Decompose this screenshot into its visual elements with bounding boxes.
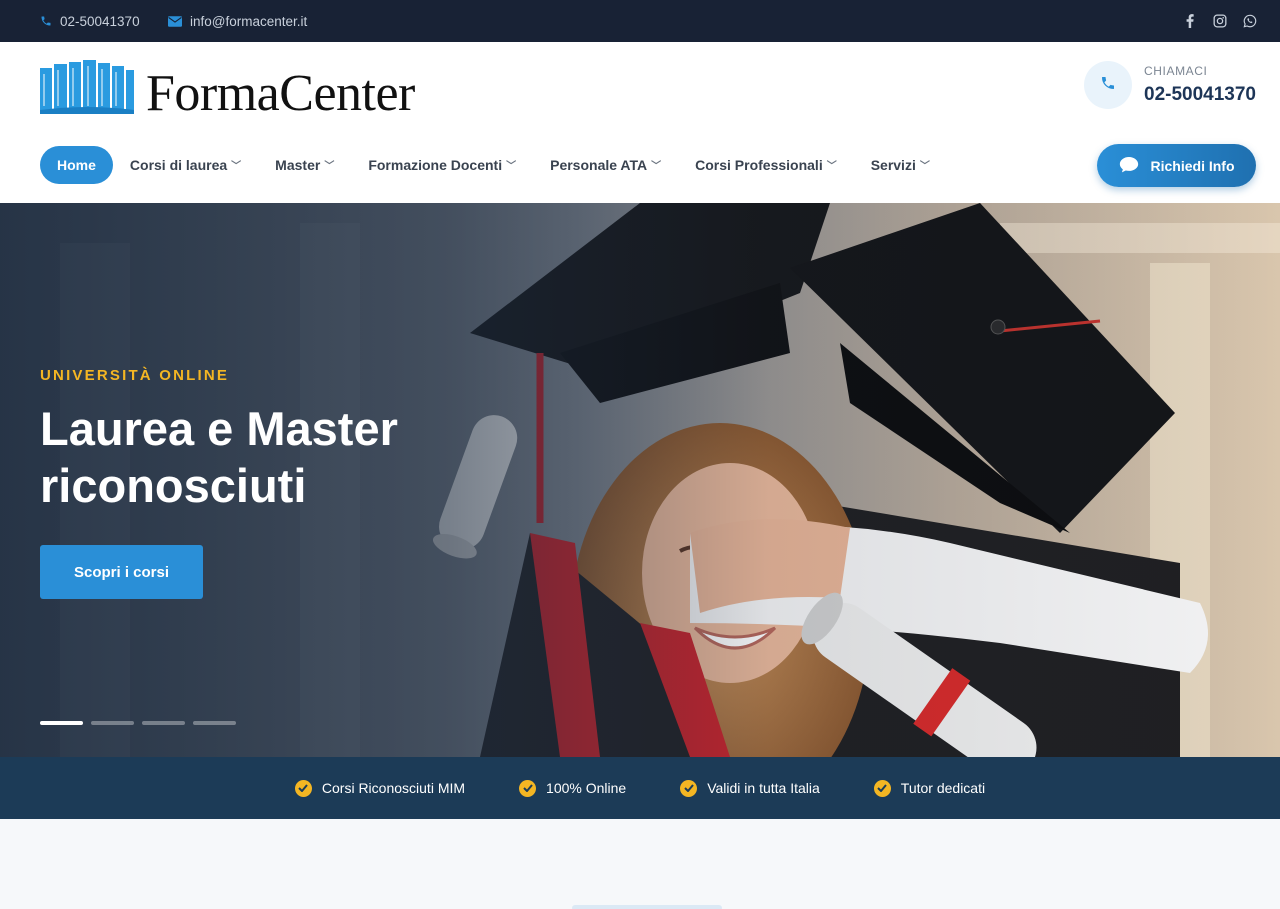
feature-item: Validi in tutta Italia — [680, 779, 820, 797]
whatsapp-icon[interactable] — [1242, 13, 1258, 29]
section-badge — [572, 905, 722, 909]
feature-label: Tutor dedicati — [900, 780, 986, 796]
chevron-down-icon: ﹀ — [324, 160, 335, 172]
slider-dot-1[interactable] — [40, 721, 83, 725]
chat-bubble-icon — [1119, 156, 1139, 176]
next-section — [0, 819, 1280, 909]
feature-label: Corsi Riconosciuti MIM — [321, 780, 466, 796]
hero-content: UNIVERSITÀ ONLINE Laurea e Master ricono… — [40, 367, 560, 599]
books-logo-icon — [40, 60, 134, 114]
hero-eyebrow: UNIVERSITÀ ONLINE — [40, 367, 230, 384]
site-header: FormaCenter CHIAMACI 02-50041370 Home Co… — [0, 42, 1280, 203]
nav-item-home[interactable]: Home — [40, 146, 113, 184]
discover-courses-button[interactable]: Scopri i corsi — [40, 545, 203, 599]
chevron-down-icon: ﹀ — [919, 160, 930, 172]
topbar-email[interactable]: info@formacenter.it — [168, 0, 307, 42]
chevron-down-icon: ﹀ — [506, 160, 517, 172]
nav-label: Home — [57, 157, 96, 173]
chevron-down-icon: ﹀ — [826, 160, 837, 172]
check-circle-icon — [873, 779, 891, 797]
nav-item-corsi-professionali[interactable]: Corsi Professionali ﹀ — [695, 157, 837, 173]
nav-label: Personale ATA — [550, 157, 648, 173]
nav-item-formazione-docenti[interactable]: Formazione Docenti ﹀ — [368, 157, 516, 173]
feature-item: 100% Online — [519, 779, 627, 797]
slider-dot-4[interactable] — [193, 721, 236, 725]
nav-item-master[interactable]: Master ﹀ — [275, 157, 334, 173]
feature-label: 100% Online — [546, 780, 627, 796]
nav-label: Corsi Professionali — [695, 157, 823, 173]
check-circle-icon — [519, 779, 537, 797]
topbar-email-text: info@formacenter.it — [190, 13, 308, 29]
feature-item: Corsi Riconosciuti MIM — [294, 779, 466, 797]
call-label: CHIAMACI — [1144, 64, 1208, 78]
request-info-button[interactable]: Richiedi Info — [1097, 144, 1256, 187]
call-box[interactable]: CHIAMACI 02-50041370 — [1084, 60, 1256, 110]
envelope-icon — [168, 15, 182, 27]
slider-dot-3[interactable] — [142, 721, 185, 725]
feature-item: Tutor dedicati — [873, 779, 986, 797]
check-circle-icon — [294, 779, 312, 797]
nav-item-personale-ata[interactable]: Personale ATA ﹀ — [550, 157, 661, 173]
hero-slider: UNIVERSITÀ ONLINE Laurea e Master ricono… — [0, 203, 1280, 757]
site-logo[interactable]: FormaCenter — [40, 58, 415, 120]
nav-label: Corsi di laurea — [129, 157, 228, 173]
hero-title: Laurea e Master riconosciuti — [40, 400, 560, 514]
nav-item-corsi-di-laurea[interactable]: Corsi di laurea ﹀ — [130, 157, 241, 173]
request-info-label: Richiedi Info — [1150, 157, 1235, 174]
main-nav: Home Corsi di laurea ﹀ Master ﹀ Formazione… — [40, 146, 964, 184]
feature-label: Validi in tutta Italia — [707, 780, 820, 796]
phone-icon — [40, 15, 52, 27]
features-bar: Corsi Riconosciuti MIM 100% Online Valid… — [0, 757, 1280, 819]
hero-title-line1: Laurea e Master — [40, 402, 398, 455]
chevron-down-icon: ﹀ — [231, 160, 242, 172]
call-number[interactable]: 02-50041370 — [1144, 84, 1256, 106]
check-circle-icon — [680, 779, 698, 797]
nav-label: Formazione Docenti — [368, 157, 503, 173]
slider-pagination — [40, 721, 236, 725]
social-links — [1182, 0, 1258, 42]
nav-label: Master — [275, 157, 321, 173]
nav-item-servizi[interactable]: Servizi ﹀ — [871, 157, 930, 173]
topbar-phone-text: 02-50041370 — [60, 13, 140, 29]
call-icon-circle — [1084, 61, 1132, 109]
instagram-icon[interactable] — [1212, 13, 1228, 29]
phone-icon — [1100, 75, 1116, 96]
logo-text: FormaCenter — [146, 65, 415, 122]
chevron-down-icon: ﹀ — [651, 160, 662, 172]
call-text: CHIAMACI 02-50041370 — [1144, 64, 1256, 106]
facebook-icon[interactable] — [1182, 13, 1198, 29]
hero-title-line2: riconosciuti — [40, 459, 307, 512]
topbar-phone[interactable]: 02-50041370 — [40, 0, 140, 42]
nav-label: Servizi — [870, 157, 916, 173]
top-bar: 02-50041370 info@formacenter.it — [0, 0, 1280, 42]
slider-dot-2[interactable] — [91, 721, 134, 725]
